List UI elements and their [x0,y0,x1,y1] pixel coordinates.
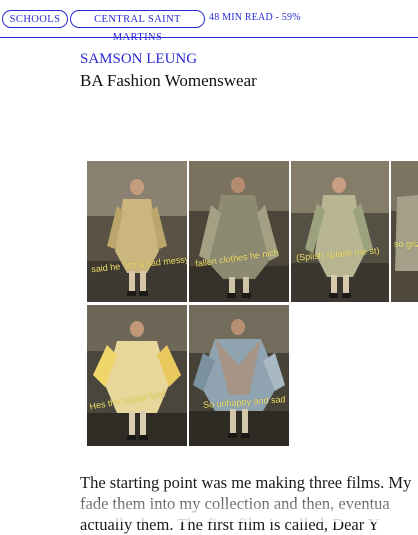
body-line: The starting point was me making three f… [80,473,412,492]
top-nav-bar: SCHOOLS CENTRAL SAINT MARTINS 48 MIN REA… [0,0,418,43]
photo-caption: so griz [394,239,418,249]
tag-school-name[interactable]: CENTRAL SAINT MARTINS [70,10,205,43]
runway-photo-2[interactable]: fallen clothes he nich [189,161,289,302]
designer-name[interactable]: SAMSON LEUNG [80,51,197,68]
runway-photo-1[interactable]: said he "it's a sad messy" [87,161,187,302]
course-title: BA Fashion Womenswear [80,71,257,90]
runway-photo-4[interactable]: so griz [391,161,418,302]
read-progress: 48 MIN READ - 59% [209,12,301,23]
runway-photo-3[interactable]: (Splish splash me st) [291,161,389,302]
body-line: fade them into my collection and then, e… [80,494,390,513]
article-body: The starting point was me making three f… [80,472,418,535]
tag-schools[interactable]: SCHOOLS [2,10,68,28]
runway-photo-5[interactable]: Hes the happy boy! [87,305,187,446]
body-line: actually them. The first film is called,… [80,515,380,534]
runway-photo-6[interactable]: So unhappy and sad [189,305,289,446]
